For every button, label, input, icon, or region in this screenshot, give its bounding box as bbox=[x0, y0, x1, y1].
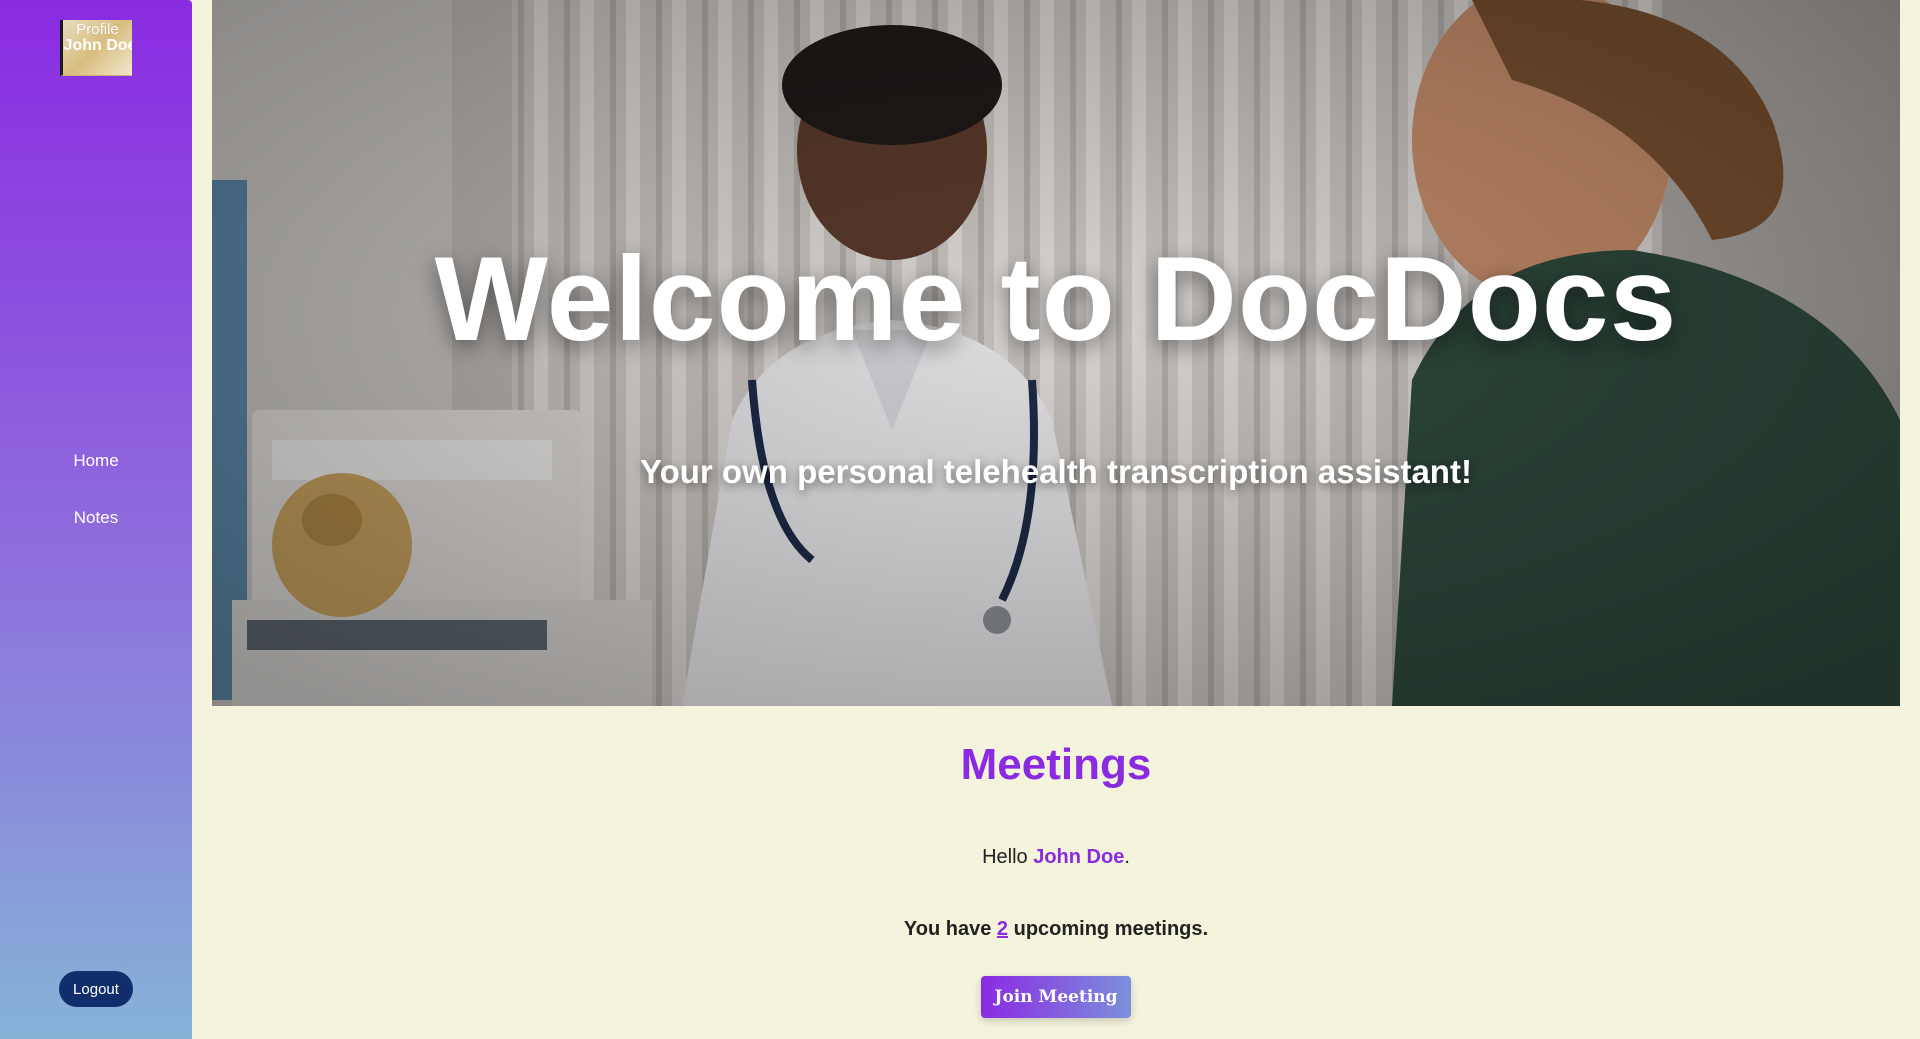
hero-subtitle: Your own personal telehealth transcripti… bbox=[640, 453, 1472, 490]
hero-banner: Welcome to DocDocs Your own personal tel… bbox=[212, 0, 1900, 706]
greeting-suffix: . bbox=[1124, 846, 1130, 868]
join-meeting-button[interactable]: Join Meeting bbox=[981, 976, 1131, 1018]
sidebar-nav: Home Notes bbox=[0, 446, 192, 560]
hero-title: Welcome to DocDocs bbox=[434, 232, 1678, 366]
user-name: John Doe bbox=[1033, 846, 1125, 868]
sidebar-item-home[interactable]: Home bbox=[0, 446, 192, 503]
profile-label: Profile bbox=[76, 21, 119, 38]
upcoming-suffix: upcoming meetings. bbox=[1008, 918, 1209, 940]
profile-name: John Doe bbox=[63, 37, 132, 54]
sidebar-item-notes[interactable]: Notes bbox=[0, 503, 192, 560]
upcoming-prefix: You have bbox=[903, 918, 997, 940]
upcoming-count-link[interactable]: 2 bbox=[997, 918, 1008, 940]
logout-button[interactable]: Logout bbox=[59, 971, 133, 1007]
upcoming-meetings-text: You have 2 upcoming meetings. bbox=[212, 918, 1900, 941]
greeting-text: Hello John Doe. bbox=[212, 846, 1900, 869]
greeting-prefix: Hello bbox=[982, 846, 1034, 868]
meetings-heading: Meetings bbox=[960, 740, 1152, 789]
sidebar: Profile John Doe Home Notes Logout bbox=[0, 0, 192, 1039]
profile-avatar[interactable]: Profile John Doe bbox=[60, 20, 132, 76]
meetings-section: Meetings Hello John Doe. You have 2 upco… bbox=[212, 706, 1900, 1039]
